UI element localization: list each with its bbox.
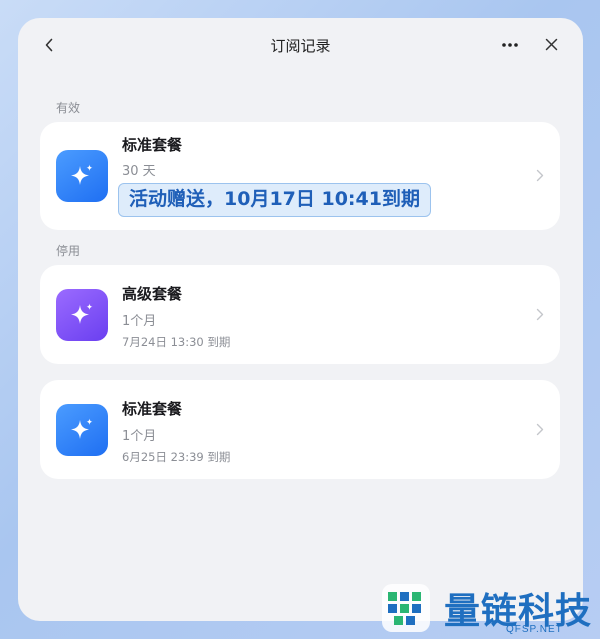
page-title: 订阅记录 xyxy=(270,37,331,55)
chevron-right-icon xyxy=(534,168,546,182)
plan-name: 标准套餐 xyxy=(122,400,183,418)
sparkle-icon xyxy=(56,150,108,202)
close-icon xyxy=(545,38,557,50)
chevron-right-icon xyxy=(534,422,546,436)
title-bar: 订阅记录 xyxy=(18,18,583,72)
more-button[interactable] xyxy=(500,36,520,54)
sparkle-icon xyxy=(56,404,108,456)
plan-expiry: 6月25日 23:39 到期 xyxy=(122,450,231,464)
watermark-subtext: QFSP.NET xyxy=(506,624,563,635)
close-button[interactable] xyxy=(542,35,560,53)
plan-card-premium[interactable]: 高级套餐 1个月 7月24日 13:30 到期 xyxy=(40,265,560,364)
plan-duration: 30 天 xyxy=(122,164,156,179)
plan-duration: 1个月 xyxy=(122,314,157,329)
sparkle-icon xyxy=(56,289,108,341)
plan-card-active-standard[interactable]: 标准套餐 30 天 活动赠送，10月17日 10:41到期 xyxy=(40,122,560,230)
watermark-logo-icon xyxy=(382,584,430,632)
more-horizontal-icon xyxy=(502,43,518,47)
watermark: 量链科技 QFSP.NET xyxy=(378,578,600,639)
plan-card-standard-expired[interactable]: 标准套餐 1个月 6月25日 23:39 到期 xyxy=(40,380,560,479)
chevron-right-icon xyxy=(534,307,546,321)
plan-name: 标准套餐 xyxy=(122,136,183,154)
subscription-window: 订阅记录 有效 标准套餐 30 天 活动赠送，10月17日 10:41到期 停用… xyxy=(18,18,583,621)
plan-expiry: 7月24日 13:30 到期 xyxy=(122,335,231,349)
section-label-inactive: 停用 xyxy=(56,244,81,258)
section-label-active: 有效 xyxy=(56,101,81,115)
plan-name: 高级套餐 xyxy=(122,285,183,303)
expiry-highlight: 活动赠送，10月17日 10:41到期 xyxy=(118,183,431,217)
plan-duration: 1个月 xyxy=(122,429,157,444)
